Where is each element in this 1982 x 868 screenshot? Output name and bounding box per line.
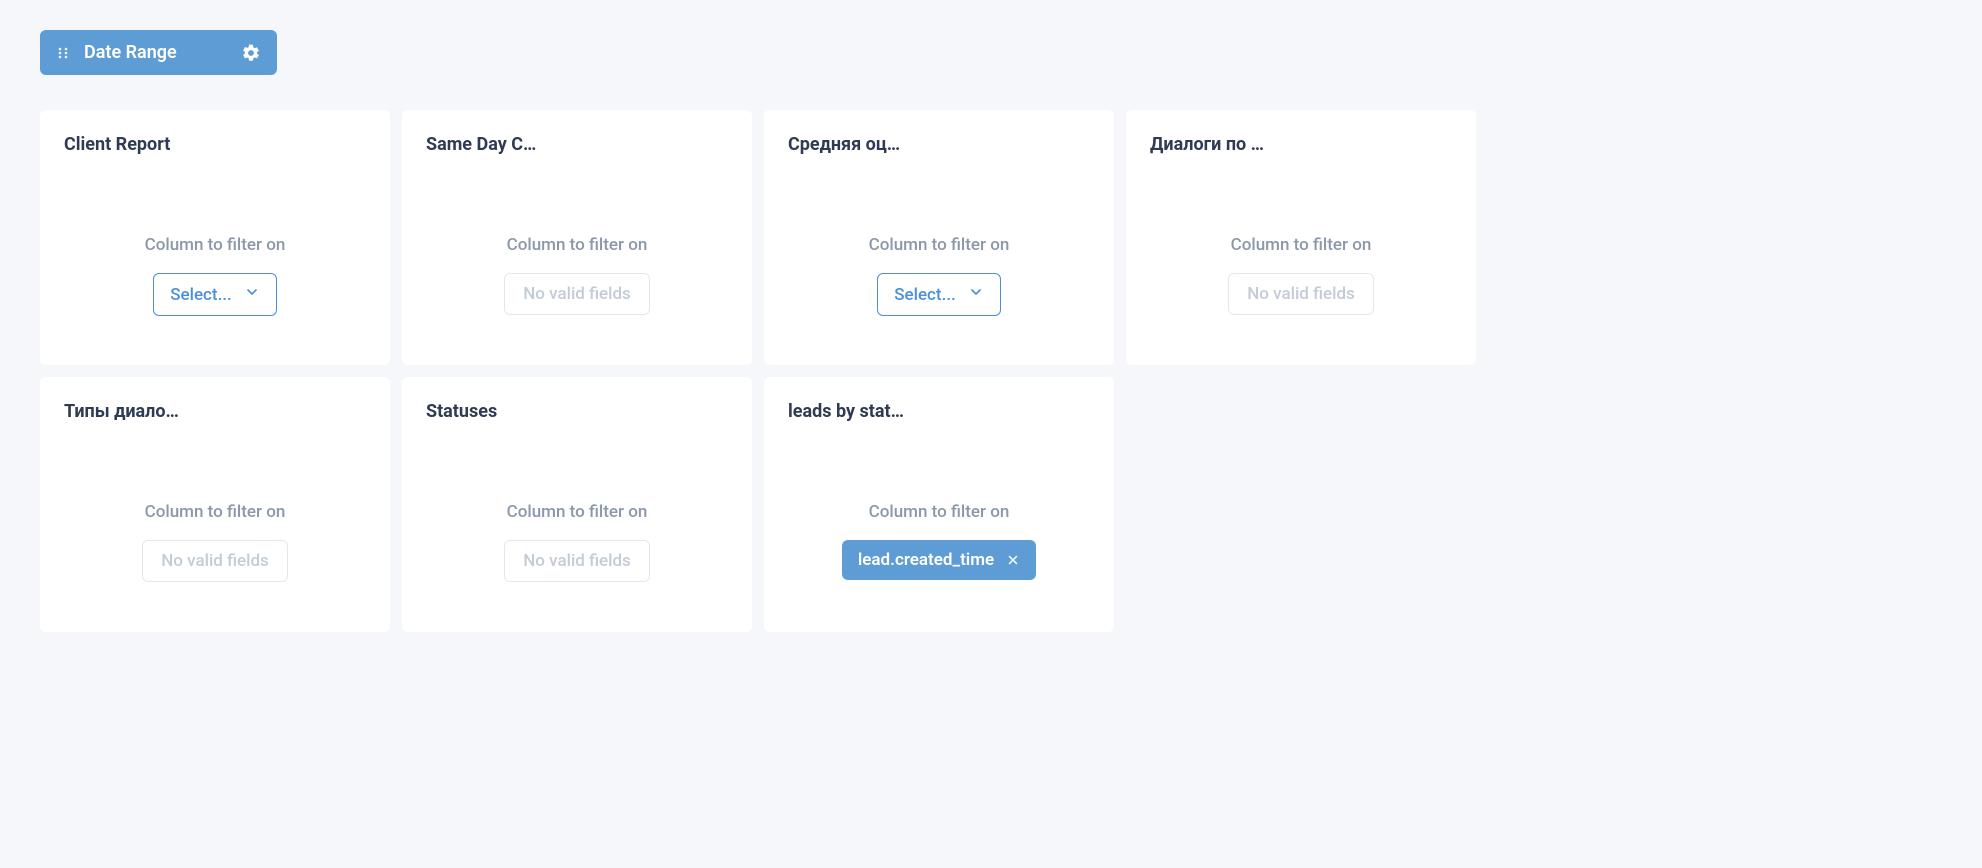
card-body: Column to filter on No valid fields [64, 467, 366, 608]
card-body: Column to filter on lead.created_time [788, 467, 1090, 608]
drag-handle-icon[interactable] [56, 46, 70, 60]
close-icon[interactable] [1006, 553, 1020, 567]
card-title: leads by status [788, 401, 908, 422]
column-filter-label: Column to filter on [507, 502, 648, 522]
card-title: Средняя оценка [788, 134, 908, 155]
column-select[interactable]: Select... [153, 273, 277, 316]
card-title: Типы диалогов [64, 401, 184, 422]
column-filter-label: Column to filter on [1231, 235, 1372, 255]
column-filter-label: Column to filter on [145, 502, 286, 522]
no-valid-fields: No valid fields [142, 540, 288, 582]
column-filter-label: Column to filter on [869, 235, 1010, 255]
card-title: Диалоги по каналам [1150, 134, 1270, 155]
date-range-filter[interactable]: Date Range [40, 30, 277, 75]
card-body: Column to filter on No valid fields [426, 200, 728, 341]
chevron-down-icon [968, 284, 984, 305]
card-title: Same Day Conversions [426, 134, 546, 155]
select-placeholder: Select... [170, 285, 232, 305]
card-body: Column to filter on Select... [788, 200, 1090, 341]
column-select[interactable]: Select... [877, 273, 1001, 316]
card-body: Column to filter on No valid fields [1150, 200, 1452, 341]
no-valid-fields: No valid fields [504, 273, 650, 315]
column-filter-label: Column to filter on [507, 235, 648, 255]
card-body: Column to filter on Select... [64, 200, 366, 341]
filter-card: Средняя оценка Column to filter on Select.… [764, 110, 1114, 365]
chevron-down-icon [244, 284, 260, 305]
no-valid-fields: No valid fields [1228, 273, 1374, 315]
cards-grid: Client Report Column to filter on Select..… [40, 110, 1942, 632]
filter-card: Client Report Column to filter on Select..… [40, 110, 390, 365]
filter-card: Same Day Conversions Column to filter on N… [402, 110, 752, 365]
column-filter-label: Column to filter on [869, 502, 1010, 522]
column-filter-label: Column to filter on [145, 235, 286, 255]
filter-card: Типы диалогов Column to filter on No valid… [40, 377, 390, 632]
filter-card: Statuses Column to filter on No valid fiel… [402, 377, 752, 632]
filter-card: Диалоги по каналам Column to filter on No … [1126, 110, 1476, 365]
no-valid-fields: No valid fields [504, 540, 650, 582]
card-title: Statuses [426, 401, 546, 422]
gear-icon[interactable] [241, 43, 261, 63]
select-placeholder: Select... [894, 285, 956, 305]
card-body: Column to filter on No valid fields [426, 467, 728, 608]
filter-card: leads by status Column to filter on lead.c… [764, 377, 1114, 632]
date-range-label: Date Range [84, 42, 177, 63]
tag-label: lead.created_time [858, 550, 994, 570]
selected-column-tag[interactable]: lead.created_time [842, 540, 1036, 580]
card-title: Client Report [64, 134, 184, 155]
